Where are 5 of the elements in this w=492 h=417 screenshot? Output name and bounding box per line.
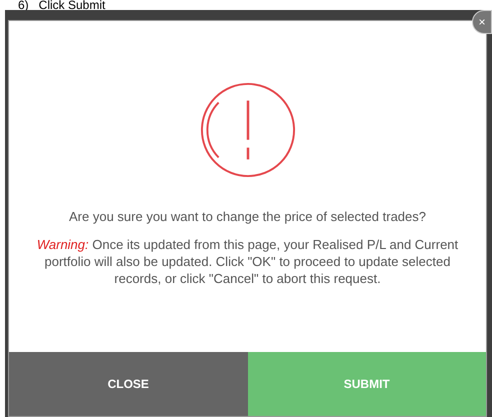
close-icon[interactable]: × [472, 10, 492, 34]
close-button[interactable]: CLOSE [9, 352, 248, 416]
warning-message: Warning: Once its updated from this page, your Realised P/L and Current portfolio will also be updated. Click "OK" to proceed to update selected records, or click "Cancel" to abort this request. [36, 236, 460, 287]
confirm-question: Are you sure you want to change the price of selected trades? [69, 209, 426, 224]
exclamation-circle-icon [198, 81, 296, 179]
